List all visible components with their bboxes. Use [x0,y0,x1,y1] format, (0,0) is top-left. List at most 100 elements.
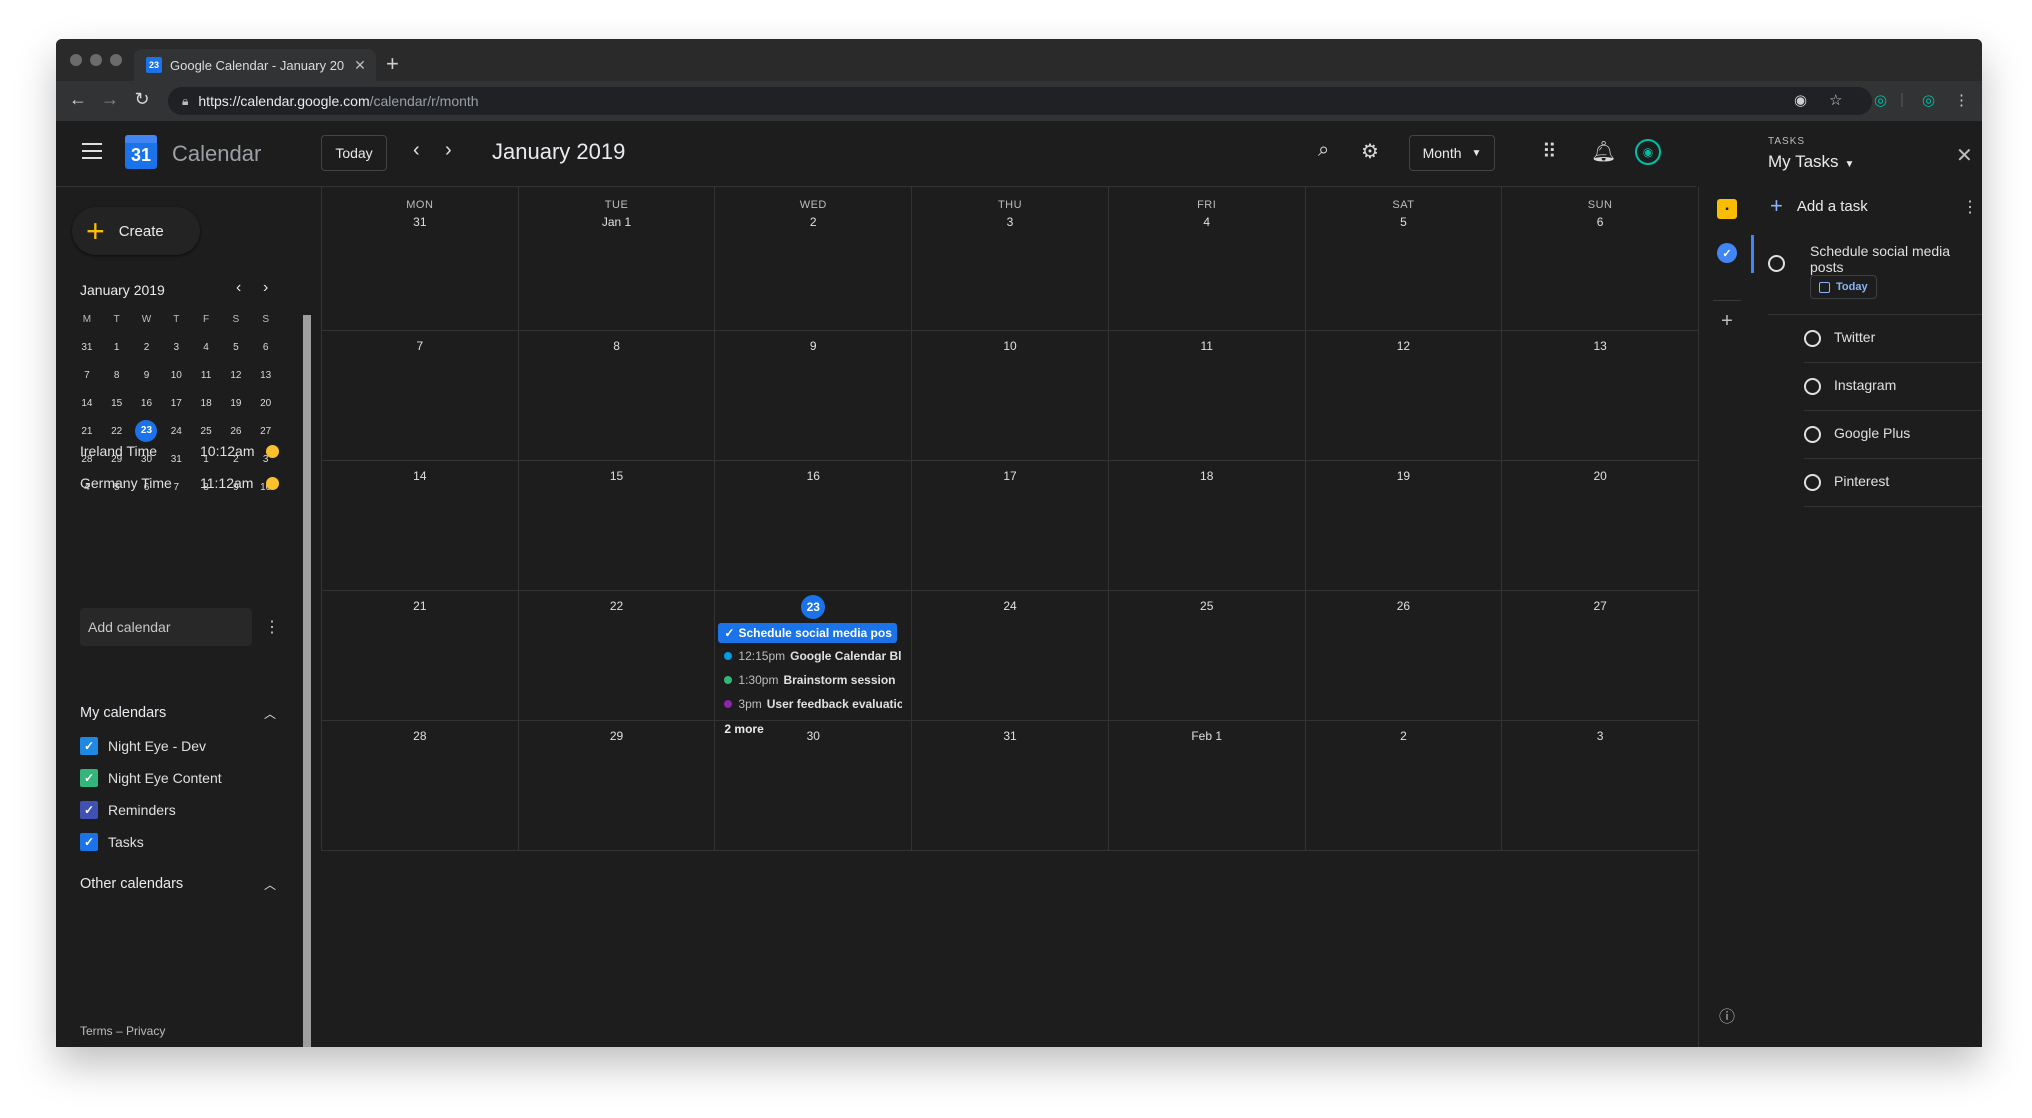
task-item[interactable]: Schedule social media posts Today [1768,243,1982,315]
day-cell[interactable]: 21 [321,591,518,720]
subtask-item[interactable]: Twitter [1804,315,1982,363]
calendar-item-reminders[interactable]: ✓ Reminders [80,801,176,819]
today-button[interactable]: Today [321,135,387,171]
day-number[interactable]: 31 [912,729,1108,743]
extension-icon[interactable]: ◎ [1874,91,1887,109]
task-complete-circle-icon[interactable] [1804,474,1821,491]
day-number[interactable]: 16 [715,469,911,483]
day-cell[interactable]: 19 [1304,461,1502,590]
eye-icon[interactable]: ◉ [1794,91,1807,109]
day-cell[interactable]: 28 [321,721,518,850]
task-complete-circle-icon[interactable] [1804,330,1821,347]
bookmark-star-icon[interactable]: ☆ [1829,91,1842,109]
mini-next-icon[interactable]: › [263,279,268,297]
day-number[interactable]: 21 [322,599,518,613]
mini-day[interactable]: 23 [132,420,162,442]
info-icon[interactable]: ⓘ [1717,1005,1737,1026]
mini-day[interactable]: 22 [102,426,132,437]
day-number[interactable]: 23 [715,595,911,619]
my-calendars-header[interactable]: My calendars ︿ [80,705,280,721]
day-number[interactable]: 25 [1109,599,1305,613]
tasks-more-icon[interactable]: ⋮ [1962,197,1978,217]
day-number[interactable]: 13 [1502,339,1698,353]
day-cell[interactable]: 3 [1501,721,1698,850]
mini-day[interactable]: 20 [251,398,281,409]
day-number[interactable]: 27 [1502,599,1698,613]
day-number[interactable]: 17 [912,469,1108,483]
day-cell[interactable]: FRI 4 [1107,187,1305,330]
previous-period-icon[interactable]: ‹ [413,139,420,162]
terms-privacy-links[interactable]: Terms – Privacy [80,1024,165,1038]
day-number[interactable]: 3 [1502,729,1698,743]
search-icon[interactable]: ⌕ [1318,139,1329,162]
mini-day[interactable]: 27 [251,426,281,437]
add-task-button[interactable]: + Add a task [1770,195,1868,217]
mini-prev-icon[interactable]: ‹ [236,279,241,297]
day-cell[interactable]: 17 [911,461,1108,590]
mini-day[interactable]: 11 [191,370,221,381]
collapse-chevron-icon[interactable]: ︿ [264,876,276,893]
day-cell[interactable]: 7 [321,331,518,460]
day-cell[interactable]: SUN 6 [1501,187,1698,330]
day-cell[interactable]: 26 [1304,591,1502,720]
day-number[interactable]: 14 [322,469,518,483]
task-event-chip[interactable]: ✓ Schedule social media pos [718,623,898,643]
mini-day[interactable]: 7 [72,370,102,381]
day-number[interactable]: Feb 1 [1109,729,1305,743]
task-complete-circle-icon[interactable] [1804,378,1821,395]
mini-selected-day[interactable]: 23 [135,420,158,442]
checkbox-checked-icon[interactable]: ✓ [80,737,98,755]
collapse-chevron-icon[interactable]: ︿ [264,705,276,722]
day-number[interactable]: 20 [1502,469,1698,483]
mini-day[interactable]: 1 [102,342,132,353]
day-cell[interactable]: 11 [1107,331,1305,460]
day-cell[interactable]: 16 [714,461,911,590]
day-number[interactable]: 9 [715,339,911,353]
day-number[interactable]: Jan 1 [519,215,715,229]
mini-day[interactable]: 13 [251,370,281,381]
mini-day[interactable]: 19 [221,398,251,409]
task-complete-circle-icon[interactable] [1768,255,1785,272]
event-item[interactable]: 12:15pm Google Calendar Bl [724,649,902,663]
account-avatar[interactable]: ◉ [1635,139,1661,165]
day-cell[interactable]: TUE Jan 1 [517,187,715,330]
other-calendars-header[interactable]: Other calendars ︿ [80,876,280,892]
mini-day[interactable]: 18 [191,398,221,409]
mini-day[interactable]: 21 [72,426,102,437]
tasks-icon[interactable]: ✓ [1717,243,1737,263]
day-number[interactable]: 26 [1306,599,1502,613]
forward-icon[interactable]: → [98,89,122,110]
subtask-item[interactable]: Pinterest [1804,459,1982,507]
mini-day[interactable]: 10 [161,370,191,381]
day-cell[interactable]: THU 3 [911,187,1108,330]
calendar-item-night-eye-content[interactable]: ✓ Night Eye Content [80,769,222,787]
mini-day[interactable]: 24 [161,426,191,437]
day-cell[interactable]: 18 [1107,461,1305,590]
apps-grid-icon[interactable]: ⠿ [1542,139,1557,164]
day-cell[interactable]: 20 [1501,461,1698,590]
day-cell[interactable]: 12 [1304,331,1502,460]
day-number[interactable]: 7 [322,339,518,353]
day-number[interactable]: 8 [519,339,715,353]
day-cell[interactable]: 30 [714,721,911,850]
task-list-selector[interactable]: My Tasks ▼ [1768,152,1854,172]
day-number[interactable]: 19 [1306,469,1502,483]
day-cell[interactable]: 31 [911,721,1108,850]
day-number[interactable]: 24 [912,599,1108,613]
day-number[interactable]: 30 [715,729,911,743]
day-cell[interactable]: 27 [1501,591,1698,720]
keep-icon[interactable]: ▪ [1717,199,1737,219]
day-cell[interactable]: 10 [911,331,1108,460]
day-cell[interactable]: SAT 5 [1304,187,1502,330]
day-number[interactable]: 10 [912,339,1108,353]
browser-menu-icon[interactable]: ⋮ [1954,91,1969,109]
address-bar[interactable]: 🔒︎ https://calendar.google.com/calendar/… [168,87,1872,115]
event-item[interactable]: 1:30pm Brainstorm session [724,673,902,687]
day-number[interactable]: 15 [519,469,715,483]
reload-icon[interactable]: ↻ [130,89,154,110]
new-tab-icon[interactable]: + [386,51,399,77]
mini-day[interactable]: 14 [72,398,102,409]
task-due-chip[interactable]: Today [1810,275,1877,299]
mini-day[interactable]: 17 [161,398,191,409]
calendar-item-tasks[interactable]: ✓ Tasks [80,833,144,851]
